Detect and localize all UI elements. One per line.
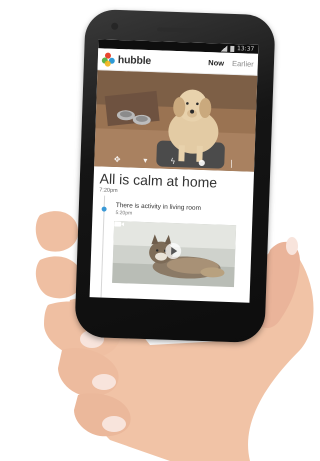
event-item[interactable]: There is activity in living room 5:20pm [110, 202, 247, 288]
temperature-icon[interactable]: ❘ [228, 159, 235, 168]
earpiece-speaker [157, 27, 202, 33]
hubble-logo-icon [101, 52, 115, 67]
live-camera-view[interactable]: ✥ ▾ ϟ ● ❘ [94, 70, 258, 172]
timeline-line [98, 195, 106, 303]
timeline-dot [101, 206, 107, 213]
move-icon[interactable]: ✥ [114, 155, 121, 164]
signal-icon [219, 45, 228, 52]
tab-bar: Now Earlier [208, 58, 254, 69]
microphone-icon[interactable]: ● [198, 158, 205, 167]
event-video-clip[interactable] [112, 221, 237, 288]
event-timeline: There is activity in living room 5:20pm [90, 195, 253, 303]
phone-screen: 13:37 hubble Now Earlier ✥ ▾ ϟ ● ❘ All i… [89, 39, 259, 303]
tab-now[interactable]: Now [208, 58, 224, 68]
front-camera [111, 22, 119, 30]
tab-earlier[interactable]: Earlier [232, 59, 254, 69]
lightning-icon[interactable]: ϟ [170, 157, 176, 166]
logo-text: hubble [117, 53, 152, 67]
video-camera-icon [114, 221, 125, 228]
status-time: 13:37 [236, 45, 255, 53]
drop-icon[interactable]: ▾ [143, 156, 147, 165]
battery-icon [229, 45, 235, 52]
